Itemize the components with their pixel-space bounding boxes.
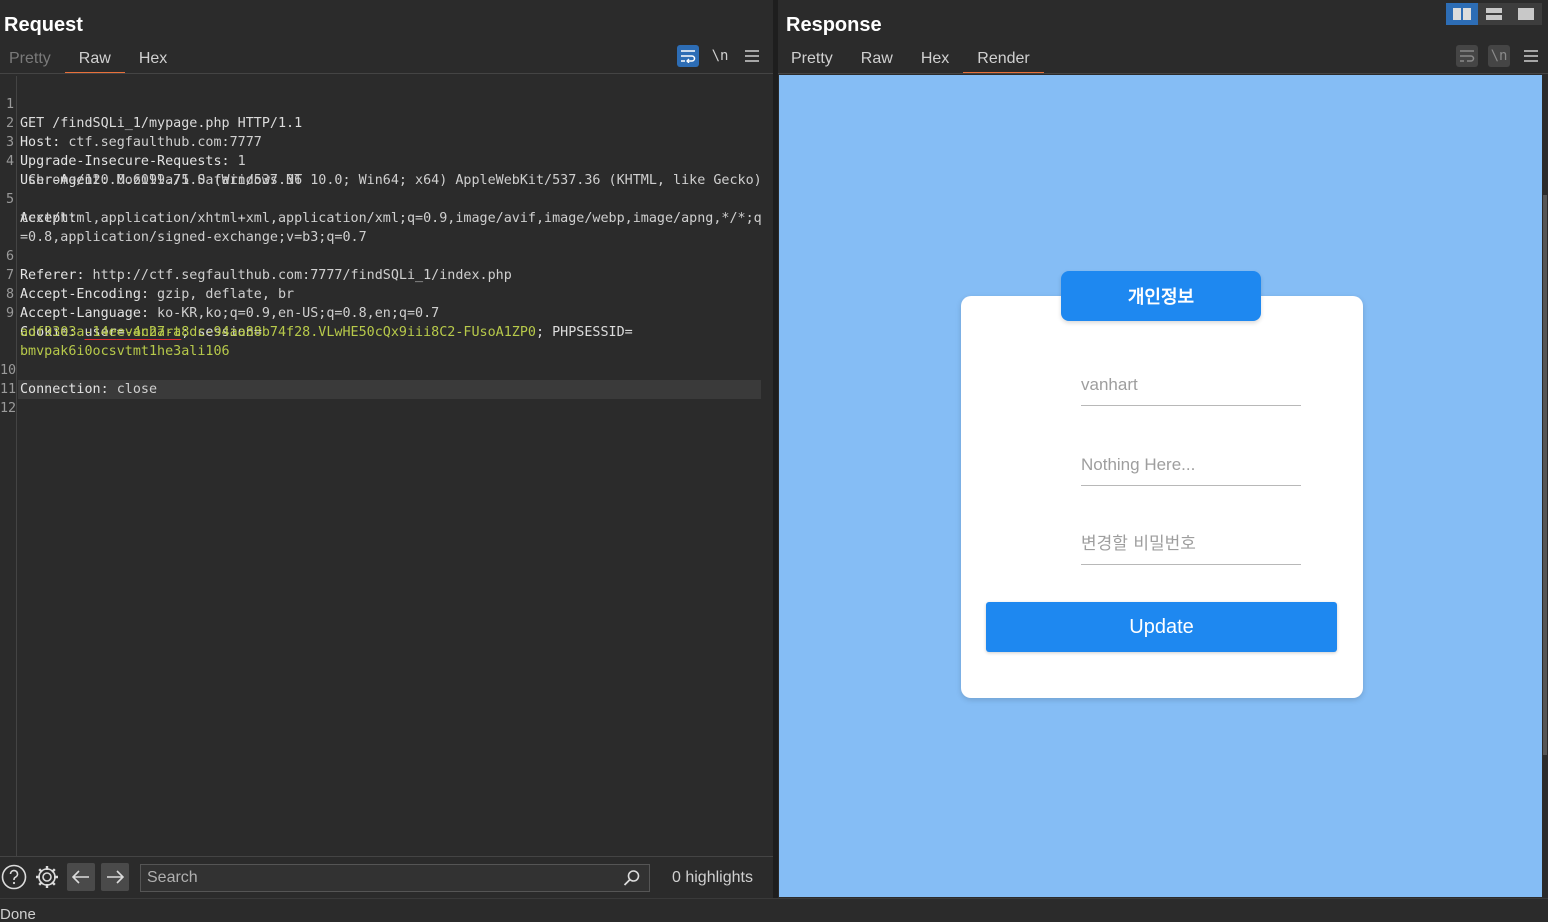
new-password-input[interactable] [1081,525,1301,563]
rendered-page: Update 개인정보 [779,75,1542,897]
tab-raw[interactable]: Raw [847,46,907,74]
newline-toggle-button[interactable]: \n [1488,45,1510,67]
response-title: Response [786,14,882,36]
render-scrollbar[interactable] [1542,75,1548,897]
card-title-badge: 개인정보 [1061,271,1261,321]
response-toolbar: \n [1456,45,1542,67]
scrollbar-thumb[interactable] [1543,195,1547,755]
tab-pretty[interactable]: Pretty [777,46,847,74]
menu-icon[interactable] [741,45,763,67]
layout-single-icon[interactable] [1510,3,1542,25]
menu-icon[interactable] [1520,45,1542,67]
search-icon[interactable] [623,869,641,891]
tab-raw[interactable]: Raw [64,46,125,74]
tab-hex[interactable]: Hex [125,46,181,74]
request-pane: Request Pretty Raw Hex \n 1 GET /findSQL… [0,0,773,898]
info-field[interactable] [1081,446,1301,486]
request-bottom-bar: 0 highlights [0,856,773,898]
request-toolbar: \n [677,45,763,67]
tabs-divider [778,73,1548,74]
username-field[interactable] [1081,366,1301,406]
arrow-left-icon[interactable] [67,863,95,891]
tab-pretty[interactable]: Pretty [0,46,65,74]
wrap-lines-icon[interactable] [1456,45,1478,67]
password-field[interactable] [1081,525,1301,565]
tab-render[interactable]: Render [963,46,1045,74]
line-number: 12 [0,401,17,416]
username-input[interactable] [1081,366,1301,404]
request-tabs: Pretty Raw Hex [0,46,181,74]
response-pane: Response Pretty Raw Hex Render \n vanhar… [778,0,1548,898]
wrap-lines-icon[interactable] [677,45,699,67]
status-text: Done [0,906,36,922]
highlights-count: 0 highlights [672,869,753,886]
search-field[interactable] [140,864,650,892]
search-input[interactable] [141,865,611,891]
request-title: Request [4,14,83,36]
help-icon[interactable] [0,863,28,891]
info-input[interactable] [1081,446,1301,484]
profile-card: Update [961,296,1363,698]
layout-stacked-icon[interactable] [1478,3,1510,25]
tab-hex[interactable]: Hex [907,46,963,74]
gear-icon[interactable] [33,863,61,891]
layout-toggle-group [1446,3,1542,25]
layout-side-by-side-icon[interactable] [1446,3,1478,25]
arrow-right-icon[interactable] [101,863,129,891]
tabs-divider [0,73,773,74]
response-tabs: Pretty Raw Hex Render [777,46,1045,74]
status-bar: Done [0,898,1548,922]
newline-toggle-button[interactable]: \n [709,45,731,67]
request-editor[interactable]: 1 GET /findSQLi_1/mypage.php HTTP/1.1 2 … [0,76,773,856]
code-line: 12 [0,380,765,437]
update-button[interactable]: Update [986,602,1337,652]
